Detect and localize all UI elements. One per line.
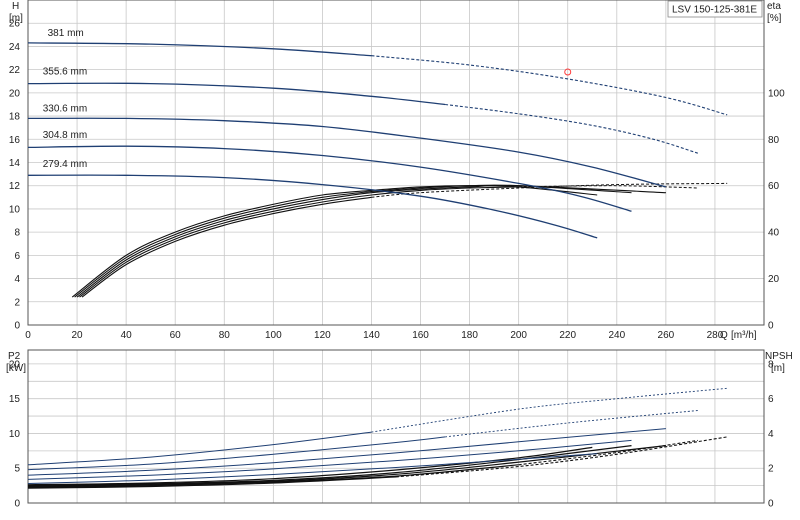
y-tick-label-head: 12	[9, 181, 21, 192]
y-tick-label-eta: 20	[768, 274, 780, 285]
x-tick-label: 260	[658, 330, 675, 341]
y-tick-label-power: 10	[9, 429, 21, 440]
power-curve	[27, 431, 372, 466]
head-axis-unit: [m]	[9, 13, 23, 24]
y-tick-label-eta: 60	[768, 181, 780, 192]
y-tick-label-head: 20	[9, 88, 21, 99]
y-tick-label-head: 10	[9, 204, 21, 215]
x-tick-label: 0	[25, 330, 31, 341]
x-tick-label: 120	[314, 330, 331, 341]
power-curve	[27, 436, 446, 471]
y-tick-label-head: 22	[9, 65, 21, 76]
power-axis-title: P2	[8, 351, 21, 362]
impeller-diameter-label: 330.6 mm	[43, 103, 87, 114]
impeller-diameter-label: 355.6 mm	[43, 66, 87, 77]
npsh-axis-title: NPSH	[765, 351, 793, 362]
x-tick-label: 160	[412, 330, 429, 341]
y-tick-label-head: 14	[9, 158, 21, 169]
y-tick-label-head: 0	[14, 321, 20, 332]
y-tick-label-npsh: 0	[768, 499, 774, 510]
power-chart-marks	[27, 387, 728, 489]
x-tick-label: 240	[608, 330, 625, 341]
flow-axis-unit: [m³/h]	[731, 330, 757, 341]
y-tick-label-eta: 80	[768, 135, 780, 146]
x-tick-label: 180	[461, 330, 478, 341]
npsh-axis-unit: [m]	[771, 363, 785, 374]
y-tick-label-head: 16	[9, 135, 21, 146]
head-curve	[27, 82, 446, 106]
head-curve	[27, 42, 372, 57]
power-curve-extension	[371, 387, 728, 433]
impeller-diameter-label: 304.8 mm	[43, 130, 87, 141]
y-tick-label-eta: 40	[768, 228, 780, 239]
y-tick-label-npsh: 6	[768, 394, 774, 405]
pump-model-label: LSV 150-125-381E	[672, 5, 757, 16]
y-tick-label-npsh: 4	[768, 429, 774, 440]
efficiency-curve	[81, 196, 372, 298]
x-tick-label: 220	[559, 330, 576, 341]
impeller-diameter-label: 279.4 mm	[43, 159, 87, 170]
y-tick-label-head: 2	[14, 297, 20, 308]
impeller-diameter-label: 381 mm	[48, 28, 84, 39]
eta-axis-unit: [%]	[767, 13, 782, 24]
y-tick-label-head: 24	[9, 42, 21, 53]
y-tick-label-eta: 100	[768, 88, 785, 99]
head-curve	[27, 117, 667, 188]
x-tick-label: 200	[510, 330, 527, 341]
y-tick-label-power: 5	[14, 464, 20, 475]
y-tick-label-head: 6	[14, 251, 20, 262]
y-tick-label-head: 8	[14, 228, 20, 239]
power-axis-unit: [kW]	[6, 363, 26, 374]
x-tick-label: 80	[219, 330, 231, 341]
x-tick-label: 40	[121, 330, 133, 341]
flow-axis-title: Q	[720, 330, 728, 341]
efficiency-curve	[74, 184, 632, 298]
x-tick-label: 60	[170, 330, 182, 341]
y-tick-label-power: 15	[9, 394, 21, 405]
head-curve-extension	[371, 55, 728, 116]
y-tick-label-eta: 0	[768, 321, 774, 332]
head-curve-extension	[445, 103, 698, 154]
x-tick-label: 20	[72, 330, 84, 341]
y-tick-label-head: 4	[14, 274, 20, 285]
head-axis-title: H	[12, 1, 19, 12]
x-tick-label: 140	[363, 330, 380, 341]
pump-model-title: LSV 150-125-381E	[667, 0, 763, 18]
head-chart-grid: 0 20 40 60 80 100 120 140 160 180 200 220 240 260 2800…	[9, 0, 785, 341]
y-tick-label-head: 18	[9, 112, 21, 123]
eta-axis-title: eta	[767, 1, 781, 12]
x-tick-label: 100	[265, 330, 282, 341]
pump-performance-chart: 0 20 40 60 80 100 120 140 160 180 200 220 240 260 2800…	[6, 0, 793, 510]
y-tick-label-power: 0	[14, 499, 20, 510]
y-tick-label-npsh: 2	[768, 464, 774, 475]
